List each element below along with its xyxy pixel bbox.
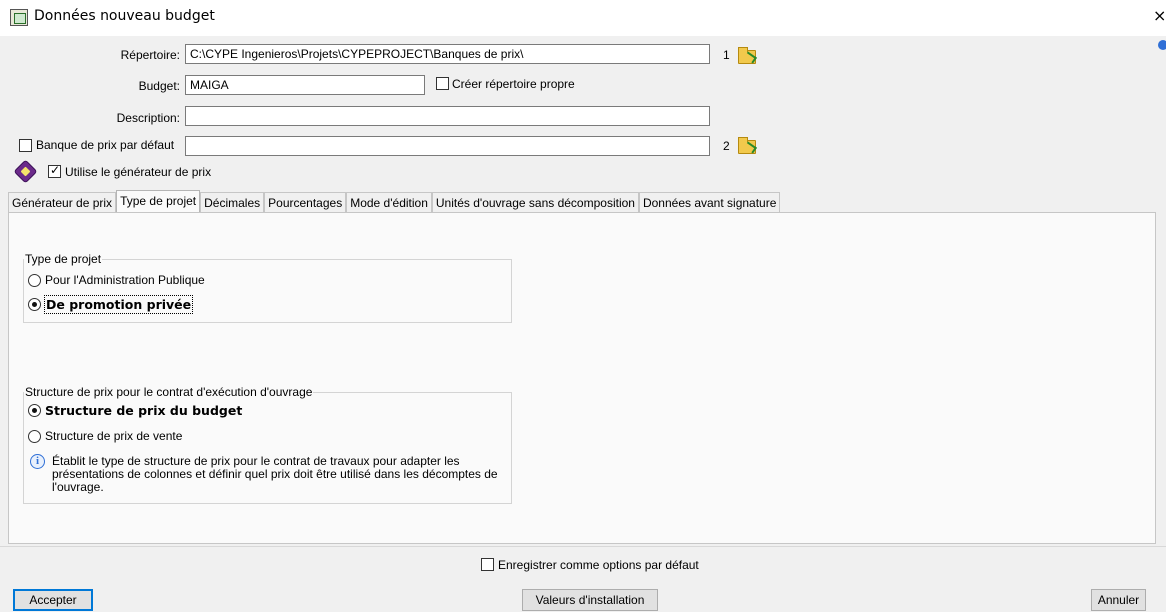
description-field[interactable]: [185, 106, 710, 126]
info-line: présentations de colonnes et définir que…: [52, 467, 498, 481]
tab-generateur-de-prix[interactable]: Générateur de prix: [8, 192, 117, 213]
utilise-generateur-checkbox[interactable]: [48, 163, 61, 178]
radio-promotion-privee-label[interactable]: De promotion privée: [43, 295, 194, 314]
radio-structure-vente[interactable]: [28, 430, 41, 443]
tab-donnees-avant-signature[interactable]: Données avant signature: [638, 192, 781, 213]
tab-mode-edition[interactable]: Mode d'édition: [346, 192, 432, 213]
banque-defaut-field[interactable]: [185, 136, 710, 156]
window-title: Données nouveau budget: [34, 8, 215, 24]
repertoire-field[interactable]: C:\CYPE Ingenieros\Projets\CYPEPROJECT\B…: [185, 44, 710, 64]
info-line: l'ouvrage.: [52, 480, 104, 494]
folder-open-icon[interactable]: [738, 137, 756, 154]
budget-field[interactable]: MAIGA: [185, 75, 425, 95]
enregistrer-defaut-label[interactable]: Enregistrer comme options par défaut: [498, 558, 699, 572]
utilise-generateur-label[interactable]: Utilise le générateur de prix: [65, 165, 211, 179]
budget-label: Budget:: [138, 79, 180, 93]
valeurs-installation-button[interactable]: Valeurs d'installation: [522, 589, 658, 611]
tab-unites-sans-decomposition[interactable]: Unités d'ouvrage sans décomposition: [431, 192, 639, 213]
structure-prix-info: Établit le type de structure de prix pou…: [52, 455, 507, 494]
close-icon[interactable]: ×: [1153, 6, 1166, 25]
radio-administration-publique[interactable]: [28, 274, 41, 287]
radio-structure-budget[interactable]: [28, 404, 41, 417]
tab-type-de-projet[interactable]: Type de projet: [116, 190, 201, 214]
radio-structure-vente-label[interactable]: Structure de prix de vente: [45, 429, 182, 443]
enregistrer-defaut-checkbox[interactable]: [481, 558, 494, 571]
footer-separator: [0, 546, 1166, 547]
repertoire-index: 1: [723, 48, 730, 62]
folder-open-icon[interactable]: [738, 47, 756, 64]
banque-defaut-label[interactable]: Banque de prix par défaut: [36, 138, 174, 152]
banque-defaut-index: 2: [723, 139, 730, 153]
radio-structure-budget-label[interactable]: Structure de prix du budget: [45, 403, 242, 418]
info-icon: i: [30, 454, 45, 469]
annuler-button[interactable]: Annuler: [1091, 589, 1146, 611]
tab-decimales[interactable]: Décimales: [200, 192, 265, 213]
budget-app-icon: [10, 9, 28, 26]
type-projet-title: Type de projet: [24, 252, 103, 266]
repertoire-label: Répertoire:: [120, 48, 180, 62]
side-indicator-icon: [1158, 40, 1166, 50]
accepter-button[interactable]: Accepter: [13, 589, 93, 611]
creer-repertoire-label[interactable]: Créer répertoire propre: [452, 77, 575, 91]
type-projet-group: [23, 259, 512, 323]
structure-prix-title: Structure de prix pour le contrat d'exéc…: [24, 385, 314, 399]
price-generator-icon: [13, 159, 38, 184]
creer-repertoire-checkbox[interactable]: [436, 77, 449, 90]
radio-administration-publique-label[interactable]: Pour l'Administration Publique: [45, 273, 205, 287]
radio-promotion-privee[interactable]: [28, 298, 41, 311]
tab-pourcentages[interactable]: Pourcentages: [264, 192, 347, 213]
banque-defaut-checkbox[interactable]: [19, 139, 32, 152]
description-label: Description:: [116, 111, 180, 125]
tab-strip: Générateur de prix Type de projet Décima…: [8, 190, 781, 214]
